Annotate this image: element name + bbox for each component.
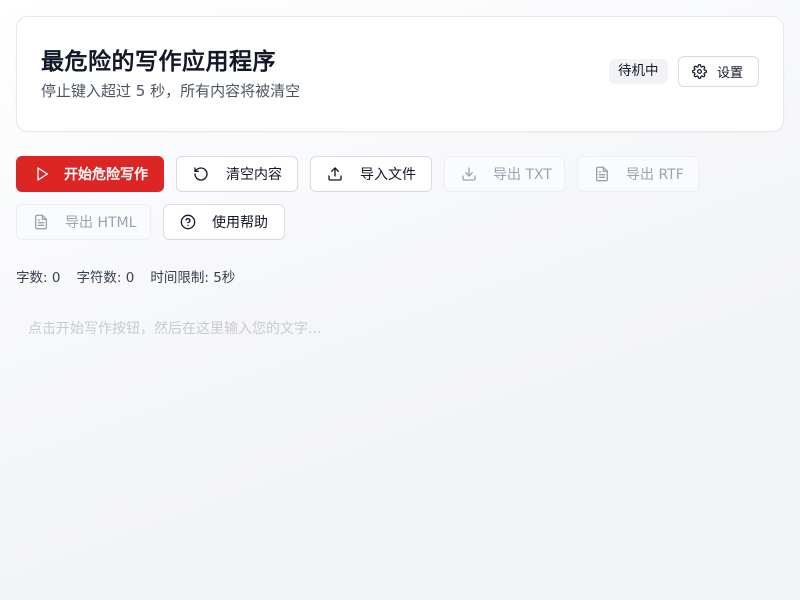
- help-circle-icon: [180, 214, 196, 230]
- export-html-button[interactable]: 导出 HTML: [16, 204, 151, 240]
- time-limit: 时间限制: 5秒: [150, 270, 236, 286]
- import-file-label: 导入文件: [360, 167, 416, 183]
- export-html-label: 导出 HTML: [65, 215, 137, 231]
- clear-content-label: 清空内容: [226, 167, 282, 183]
- gear-icon: [692, 64, 707, 79]
- help-button[interactable]: 使用帮助: [163, 204, 285, 240]
- export-rtf-button[interactable]: 导出 RTF: [577, 156, 699, 192]
- rotate-ccw-icon: [194, 167, 208, 181]
- file-text-icon: [35, 214, 47, 230]
- stats-bar: 字数: 0 字符数: 0 时间限制: 5秒: [16, 266, 235, 286]
- app-subtitle: 停止键入超过 5 秒，所有内容将被清空: [41, 82, 301, 100]
- header-card: 最危险的写作应用程序 停止键入超过 5 秒，所有内容将被清空 待机中 设置: [16, 16, 784, 132]
- writing-area[interactable]: 点击开始写作按钮，然后在这里输入您的文字...: [16, 306, 784, 584]
- start-writing-label: 开始危险写作: [64, 167, 148, 183]
- app-title: 最危险的写作应用程序: [41, 49, 276, 75]
- start-writing-button[interactable]: 开始危险写作: [16, 156, 164, 192]
- settings-button[interactable]: 设置: [678, 56, 759, 87]
- export-txt-button[interactable]: 导出 TXT: [444, 156, 565, 192]
- char-count: 字符数: 0: [76, 270, 135, 286]
- clear-content-button[interactable]: 清空内容: [176, 156, 298, 192]
- word-count: 字数: 0: [16, 270, 61, 286]
- settings-label: 设置: [717, 66, 744, 81]
- writing-area-placeholder: 点击开始写作按钮，然后在这里输入您的文字...: [28, 321, 322, 337]
- export-txt-label: 导出 TXT: [493, 167, 552, 183]
- export-rtf-label: 导出 RTF: [626, 167, 684, 183]
- file-text-icon: [596, 166, 608, 182]
- import-file-button[interactable]: 导入文件: [310, 156, 432, 192]
- play-icon: [37, 167, 48, 181]
- upload-icon: [328, 167, 342, 181]
- status-badge: 待机中: [609, 59, 668, 84]
- help-label: 使用帮助: [212, 215, 268, 231]
- download-icon: [462, 167, 476, 181]
